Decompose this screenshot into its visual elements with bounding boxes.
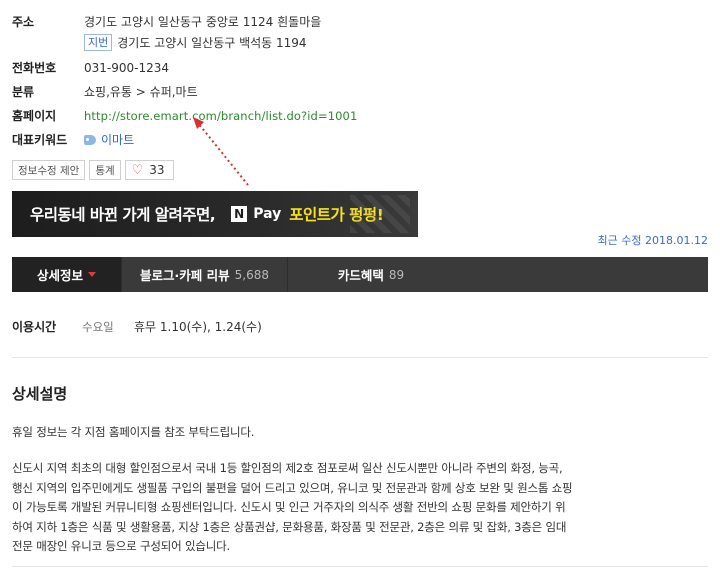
- description-line: 신도시 지역 최초의 대형 할인점으로서 국내 1등 할인점의 제2호 점포로써…: [12, 461, 563, 475]
- jibun-address: 경기도 고양시 일산동구 백석동 1194: [117, 36, 307, 50]
- banner-decoration: [350, 195, 410, 233]
- address-label: 주소: [12, 15, 35, 29]
- heart-icon: ♡: [131, 162, 144, 178]
- description-line: 이 가능토록 개발된 커뮤니티형 쇼핑센터입니다. 신도시 및 인근 거주자의 …: [12, 500, 566, 514]
- hours-label: 이용시간: [12, 320, 57, 334]
- tab-blog-reviews-count: 5,688: [234, 267, 269, 282]
- edit-suggest-button[interactable]: 정보수정 제안: [12, 160, 86, 180]
- details-notice: 휴일 정보는 각 지점 홈페이지를 참조 부탁드립니다.: [12, 425, 255, 439]
- divider: [12, 357, 708, 358]
- npay-logo: N Pay: [231, 206, 281, 222]
- tab-card-benefits-label: 카드혜택: [337, 268, 384, 283]
- tab-details-label: 상세정보: [36, 268, 83, 283]
- tab-details[interactable]: 상세정보: [12, 257, 122, 292]
- hours-text: 휴무 1.10(수), 1.24(수): [134, 320, 262, 334]
- jibun-badge: 지번: [84, 34, 113, 51]
- homepage-row: 홈페이지 http://store.emart.com/branch/list.…: [12, 107, 357, 124]
- tab-bar: 상세정보 블로그·카페 리뷰 5,688 카드혜택 89: [12, 257, 708, 292]
- phone-row: 전화번호 031-900-1234: [12, 59, 169, 76]
- npay-n-icon: N: [231, 206, 248, 222]
- address-value: 경기도 고양시 일산동구 중앙로 1124 흰돌마을: [84, 15, 322, 29]
- bottom-divider: [12, 566, 708, 567]
- keyword-label: 대표키워드: [12, 133, 68, 147]
- banner-text: 우리동네 바뀐 가게 알려주면,: [30, 206, 216, 224]
- category-value: 쇼핑,유통 > 슈퍼,마트: [84, 85, 198, 99]
- category-row: 분류 쇼핑,유통 > 슈퍼,마트: [12, 83, 198, 100]
- details-title: 상세설명: [12, 385, 68, 403]
- caret-down-icon: [88, 272, 96, 277]
- category-label: 분류: [12, 85, 35, 99]
- keyword-link[interactable]: 이마트: [84, 131, 134, 148]
- last-update: 최근 수정 2018.01.12: [597, 234, 708, 247]
- tab-card-benefits-count: 89: [388, 267, 405, 282]
- hours-day: 수요일: [82, 319, 114, 334]
- description-line: 전문 매장인 유니코 등으로 구성되어 있습니다.: [12, 539, 230, 553]
- npay-label: Pay: [253, 206, 282, 222]
- like-count: 33: [149, 163, 165, 177]
- keyword-row: 대표키워드 이마트: [12, 131, 134, 148]
- annotation-arrow-icon: [193, 117, 249, 186]
- description-line: 하여 지하 1층은 식품 및 생활용품, 지상 1층은 상품권샵, 문화용품, …: [12, 519, 567, 534]
- details-description: 신도시 지역 최초의 대형 할인점으로서 국내 1등 할인점의 제2호 점포로써…: [12, 459, 672, 557]
- tab-blog-reviews[interactable]: 블로그·카페 리뷰 5,688: [122, 257, 288, 292]
- tag-icon: [84, 134, 96, 145]
- jibun-row: 지번 경기도 고양시 일산동구 백석동 1194: [84, 34, 307, 51]
- stats-button[interactable]: 통계: [89, 160, 121, 180]
- phone-value[interactable]: 031-900-1234: [84, 61, 169, 75]
- phone-label: 전화번호: [12, 61, 57, 75]
- tab-blog-reviews-label: 블로그·카페 리뷰: [140, 268, 230, 283]
- npay-promo-banner[interactable]: 우리동네 바뀐 가게 알려주면, N Pay 포인트가 펑펑!: [12, 191, 418, 237]
- keyword-text: 이마트: [101, 133, 135, 147]
- homepage-label: 홈페이지: [12, 109, 57, 123]
- tab-card-benefits[interactable]: 카드혜택 89: [288, 257, 454, 292]
- description-line: 행신 지역의 입주민에게도 생필품 구입의 불편을 덜어 드리고 있으며, 유니…: [12, 480, 573, 495]
- like-button[interactable]: ♡ 33: [124, 160, 174, 180]
- hours-row: 이용시간 수요일 휴무 1.10(수), 1.24(수): [12, 318, 262, 335]
- address-row: 주소 경기도 고양시 일산동구 중앙로 1124 흰돌마을: [12, 13, 321, 30]
- action-bar: 정보수정 제안 통계 ♡ 33: [12, 160, 174, 180]
